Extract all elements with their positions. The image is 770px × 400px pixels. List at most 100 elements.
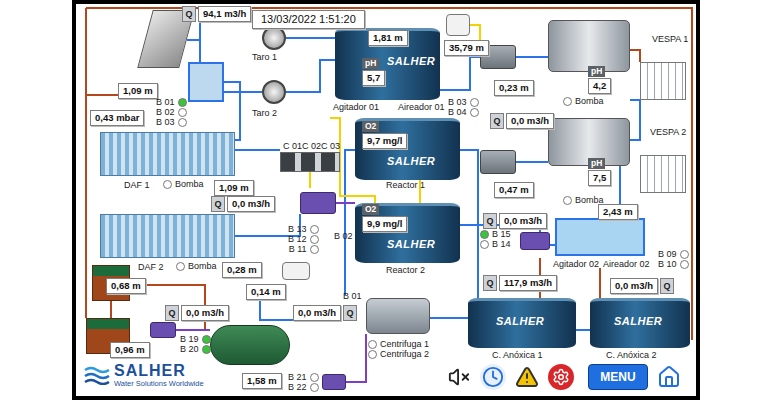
tank: SALHER xyxy=(590,298,690,348)
pump-status[interactable]: Centrifuga 1 xyxy=(368,340,429,349)
pipe xyxy=(576,329,590,331)
pump-status[interactable]: B 11 xyxy=(288,245,319,254)
sensor-readout: pH5,7 xyxy=(362,58,385,86)
ibc-equipment xyxy=(640,62,686,100)
pump-status[interactable]: Bomba xyxy=(176,262,217,271)
pump-status[interactable]: B 21 xyxy=(288,373,319,382)
pump-status[interactable]: B 03 xyxy=(448,98,479,107)
tank-brand: SALHER xyxy=(387,55,435,67)
status-dot xyxy=(310,373,319,382)
pipe xyxy=(85,8,87,318)
level-readout: 0,96 m xyxy=(110,342,150,358)
vespa-equipment xyxy=(548,20,630,72)
pump-status[interactable]: B 12 xyxy=(288,235,319,244)
flow-readout: Q0,0 m3/h xyxy=(211,196,275,212)
pump-status[interactable]: Centrifuga 2 xyxy=(368,350,429,359)
q-badge[interactable]: Q xyxy=(343,305,357,321)
pipe xyxy=(345,150,355,295)
clock-button[interactable] xyxy=(480,364,506,390)
pump-status[interactable]: B 02 xyxy=(156,108,187,117)
pump-status[interactable]: B 19 xyxy=(180,335,211,344)
pump-status[interactable]: Bomba xyxy=(163,180,204,189)
pump-status[interactable]: B 13 xyxy=(288,225,319,234)
pump-label: Centrifuga 1 xyxy=(380,340,429,349)
status-dot xyxy=(480,230,489,239)
pump-status[interactable]: Bomba xyxy=(563,196,604,205)
q-badge[interactable]: Q xyxy=(660,278,674,294)
mute-button[interactable] xyxy=(446,364,472,390)
gear-icon xyxy=(552,368,570,386)
status-dot xyxy=(178,118,187,127)
pipe xyxy=(286,60,335,92)
pump-label: B 20 xyxy=(180,345,199,354)
alarm-settings-button[interactable] xyxy=(548,364,574,390)
tank: SALHER xyxy=(468,298,576,348)
pump-equipment xyxy=(300,192,336,214)
status-dot xyxy=(368,340,377,349)
q-badge[interactable]: Q xyxy=(182,6,196,22)
status-dot xyxy=(178,98,187,107)
q-badge[interactable]: Q xyxy=(165,305,179,321)
status-dot xyxy=(163,180,172,189)
pump-status[interactable]: B 22 xyxy=(288,383,319,392)
pipe xyxy=(176,329,210,331)
q-badge[interactable]: Q xyxy=(490,113,504,129)
level-readout: 0,28 m xyxy=(222,262,262,278)
level-readout: 0,23 m xyxy=(494,80,534,96)
vpump-equipment xyxy=(480,150,516,174)
sensor-label: O2 xyxy=(362,204,379,215)
pump-group: B 09B 10 xyxy=(658,250,689,269)
menu-button[interactable]: MENU xyxy=(588,364,648,390)
ibc-equipment xyxy=(640,155,686,193)
flow-readout: Q117,9 m3/h xyxy=(483,275,557,291)
pump-label: B 03 xyxy=(448,98,467,107)
pipe xyxy=(440,57,480,90)
q-badge[interactable]: Q xyxy=(483,275,497,291)
hz-equipment xyxy=(210,325,290,365)
status-dot xyxy=(310,235,319,244)
pump-label: Bomba xyxy=(575,97,604,106)
q-badge[interactable]: Q xyxy=(211,196,225,212)
flow-readout: Q0,0 m3/h xyxy=(165,305,229,321)
equipment-label: C 02 xyxy=(302,141,321,152)
pump-status[interactable]: B 14 xyxy=(480,240,511,249)
equipment-label: Taro 1 xyxy=(252,52,277,63)
warning-button[interactable] xyxy=(514,364,540,390)
home-button[interactable] xyxy=(656,364,682,390)
pipe xyxy=(86,8,692,340)
level-readout: 35,79 m xyxy=(444,40,489,56)
equipment-label: Reactor 1 xyxy=(386,180,425,191)
flow-readout: Q0,0 m3/h xyxy=(293,305,357,321)
level-readout: 0,43 mbar xyxy=(90,110,144,126)
level-readout: 0,47 m xyxy=(494,182,534,198)
pump-status[interactable]: Bomba xyxy=(563,97,604,106)
status-dot xyxy=(202,335,211,344)
pump-label: B 15 xyxy=(492,230,511,239)
sensor-label: O2 xyxy=(362,121,379,132)
screen-frame: SALHERSALHERSALHERSALHERSALHERTaro 1Taro… xyxy=(72,0,700,400)
equipment-label: Reactor 2 xyxy=(386,265,425,276)
pump-status[interactable]: B 15 xyxy=(480,230,511,239)
clock-icon xyxy=(482,366,504,388)
pump-label: B 14 xyxy=(492,240,511,249)
pump-label: B 04 xyxy=(448,108,467,117)
dosing-equipment xyxy=(446,14,470,36)
pump-status[interactable]: B 01 xyxy=(156,98,187,107)
pump-status[interactable]: B 20 xyxy=(180,345,211,354)
flow-value: 0,0 m3/h xyxy=(499,213,547,229)
pump-status[interactable]: B 09 xyxy=(658,250,689,259)
equipment-label: B 02 xyxy=(334,231,353,242)
flow-value: 117,9 m3/h xyxy=(499,275,557,291)
q-badge[interactable]: Q xyxy=(483,213,497,229)
pump-status[interactable]: B 03 xyxy=(156,118,187,127)
datetime: 13/03/2022 1:51:20 xyxy=(252,10,365,29)
toolbar: MENU xyxy=(446,364,682,390)
pipe xyxy=(187,20,262,40)
sensor-value: 7,5 xyxy=(588,170,611,186)
pump-status[interactable]: B 04 xyxy=(448,108,479,117)
pump-label: B 13 xyxy=(288,225,307,234)
status-dot xyxy=(202,345,211,354)
cbox-equipment xyxy=(280,152,340,172)
pipe xyxy=(430,317,468,319)
pump-status[interactable]: B 10 xyxy=(658,260,689,269)
